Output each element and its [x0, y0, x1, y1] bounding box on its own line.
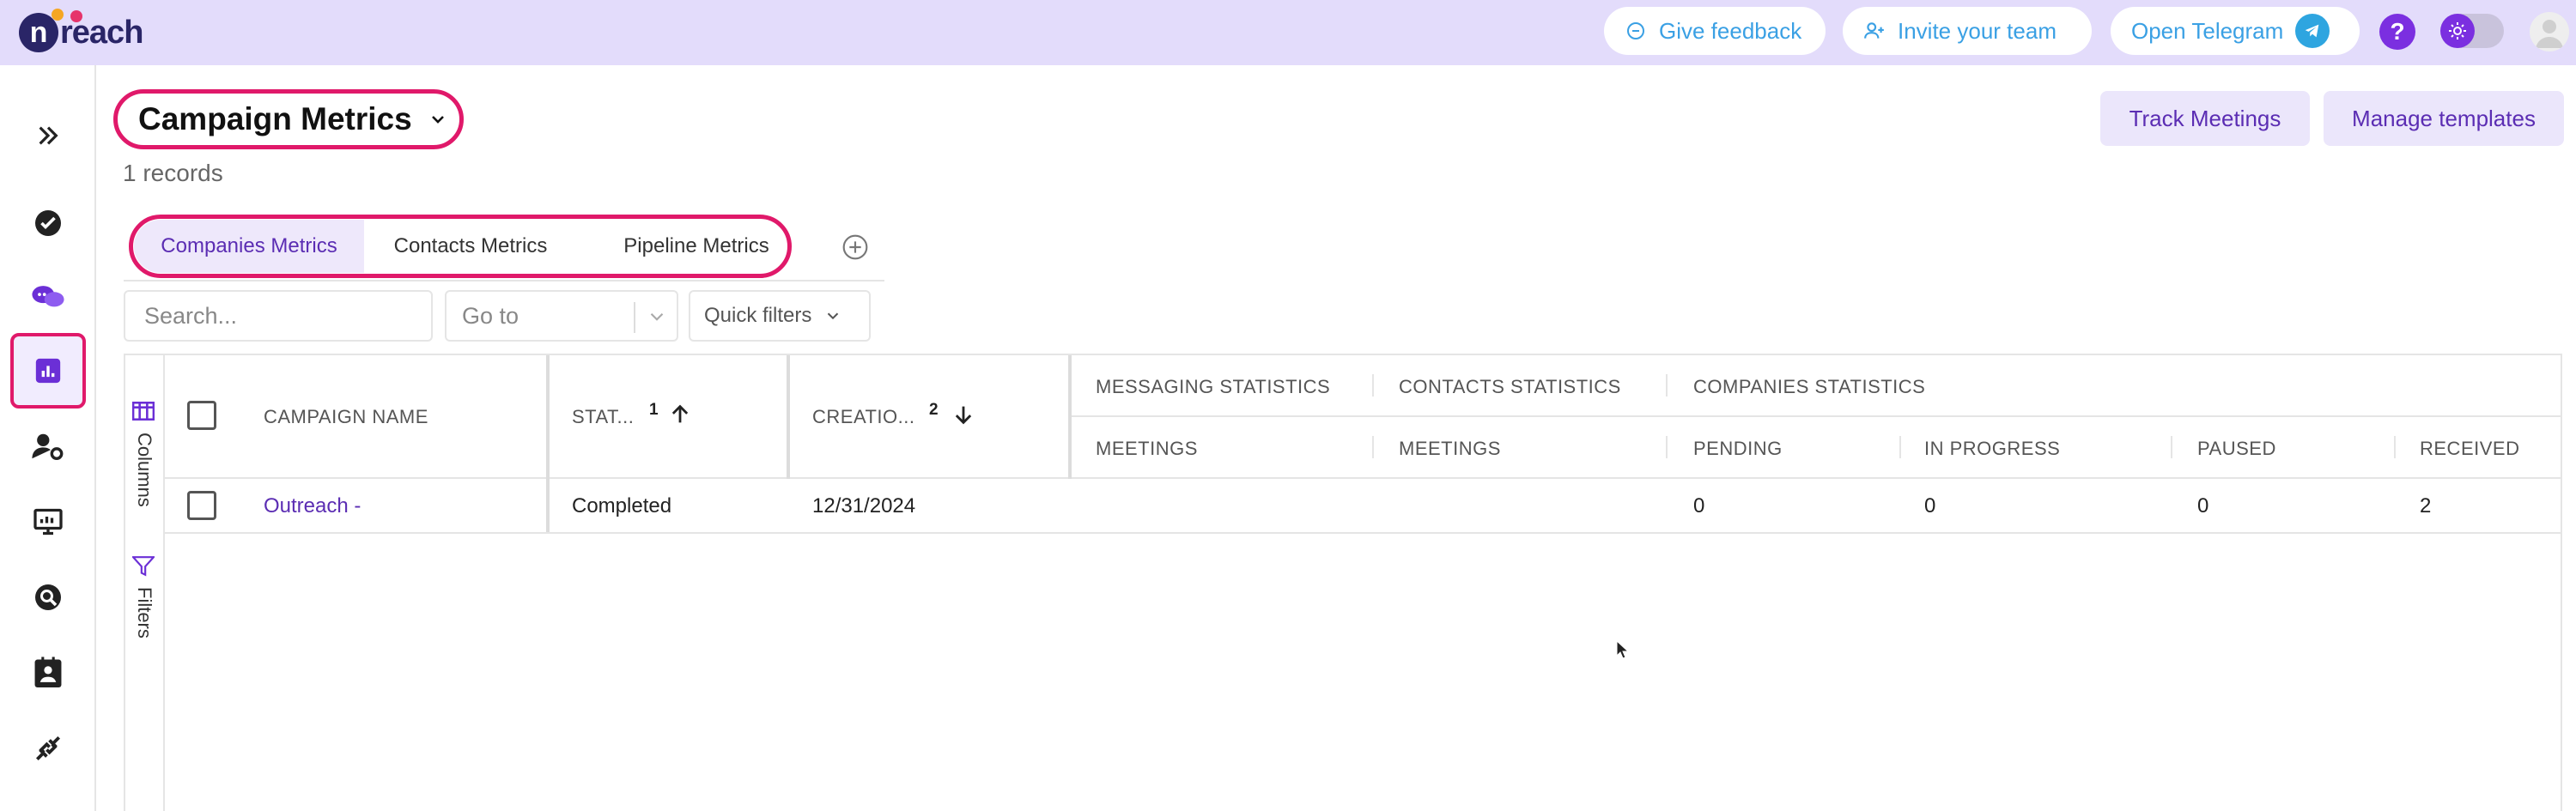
presentation-icon	[33, 508, 63, 536]
search-icon	[35, 584, 61, 610]
tab-contacts-metrics[interactable]: Contacts Metrics	[369, 220, 572, 273]
filters-toggle[interactable]: Filters	[133, 587, 155, 639]
column-header-in-progress[interactable]: IN PROGRESS	[1924, 438, 2060, 460]
column-header-contacts-meetings[interactable]: MEETINGS	[1399, 438, 1501, 460]
data-grid	[124, 354, 2562, 811]
group-header-messaging: MESSAGING STATISTICS	[1096, 376, 1331, 397]
column-header-status[interactable]: STAT...	[572, 406, 634, 428]
expand-sidebar-button[interactable]	[10, 98, 86, 173]
add-user-icon	[1863, 20, 1886, 42]
integrations-icon	[35, 735, 61, 761]
grid-side-toolbar: Columns Filters	[124, 354, 165, 811]
column-header-campaign-name[interactable]: CAMPAIGN NAME	[264, 406, 428, 428]
sidebar-item-search[interactable]	[10, 560, 86, 635]
check-circle-icon	[35, 210, 61, 236]
sidebar-item-conversations[interactable]	[10, 259, 86, 335]
quick-filters-button[interactable]: Quick filters	[689, 290, 871, 342]
top-bar: n reach Give feedback Invite your team O…	[0, 0, 2576, 65]
theme-toggle[interactable]	[2440, 14, 2504, 48]
sidebar-item-contacts[interactable]	[10, 635, 86, 711]
arrow-down-icon	[955, 406, 972, 425]
sidebar-item-integrations[interactable]	[10, 711, 86, 786]
give-feedback-button[interactable]: Give feedback	[1604, 7, 1826, 55]
sidebar-item-user-settings[interactable]	[10, 409, 86, 484]
chat-icon	[32, 286, 64, 307]
arrow-up-icon	[671, 404, 689, 423]
records-count: 1 records	[123, 160, 223, 186]
user-settings-icon	[32, 433, 64, 460]
paused-cell: 0	[2197, 494, 2209, 517]
manage-templates-button[interactable]: Manage templates	[2324, 91, 2564, 146]
view-selector[interactable]: Campaign Metrics	[113, 89, 464, 149]
double-chevron-right-icon	[39, 126, 58, 145]
chevron-down-icon	[646, 306, 668, 334]
track-meetings-button[interactable]: Track Meetings	[2100, 91, 2310, 146]
tab-companies-metrics[interactable]: Companies Metrics	[134, 220, 364, 273]
sidebar-item-tasks[interactable]	[10, 185, 86, 261]
tab-pipeline-metrics[interactable]: Pipeline Metrics	[601, 220, 792, 273]
creation-date-cell: 12/31/2024	[812, 494, 916, 517]
select-all-checkbox[interactable]	[187, 401, 216, 430]
invite-team-button[interactable]: Invite your team	[1843, 7, 2092, 55]
chart-icon	[35, 358, 61, 384]
column-header-creation[interactable]: CREATIO...	[812, 406, 915, 428]
row-checkbox[interactable]	[187, 491, 216, 520]
search-input[interactable]: Search...	[124, 290, 433, 342]
page-title: Campaign Metrics	[138, 101, 412, 136]
column-header-received[interactable]: RECEIVED	[2420, 438, 2519, 460]
campaign-name-link[interactable]: Outreach -	[264, 494, 361, 518]
in-progress-cell: 0	[1924, 494, 1936, 517]
avatar[interactable]	[2530, 12, 2569, 51]
group-header-contacts: CONTACTS STATISTICS	[1399, 376, 1621, 397]
goto-select[interactable]: Go to	[445, 290, 678, 342]
mouse-cursor-icon	[1616, 640, 1630, 659]
sun-icon	[2440, 14, 2475, 48]
pending-cell: 0	[1693, 494, 1705, 517]
telegram-icon	[2295, 14, 2330, 48]
received-cell: 2	[2420, 494, 2432, 517]
open-telegram-button[interactable]: Open Telegram	[2111, 7, 2360, 55]
sidebar-item-metrics[interactable]	[10, 333, 86, 409]
chevron-down-icon	[431, 116, 444, 124]
columns-toggle[interactable]: Columns	[133, 433, 155, 507]
column-header-pending[interactable]: PENDING	[1693, 438, 1783, 460]
columns-icon[interactable]	[131, 401, 155, 425]
column-header-messaging-meetings[interactable]: MEETINGS	[1096, 438, 1198, 460]
sidebar-item-presentations[interactable]	[10, 484, 86, 560]
feedback-icon	[1625, 20, 1647, 42]
sidebar	[0, 65, 96, 811]
status-cell: Completed	[572, 494, 672, 517]
help-button[interactable]: ?	[2379, 14, 2415, 50]
add-tab-button[interactable]	[841, 233, 869, 261]
app-logo[interactable]: n reach	[19, 9, 143, 57]
group-header-companies: COMPANIES STATISTICS	[1693, 376, 1926, 397]
filter-icon[interactable]	[131, 556, 156, 581]
column-header-paused[interactable]: PAUSED	[2197, 438, 2276, 460]
contact-card-icon	[34, 657, 62, 687]
chevron-down-icon	[828, 312, 839, 320]
plus-circle-icon	[842, 234, 868, 260]
